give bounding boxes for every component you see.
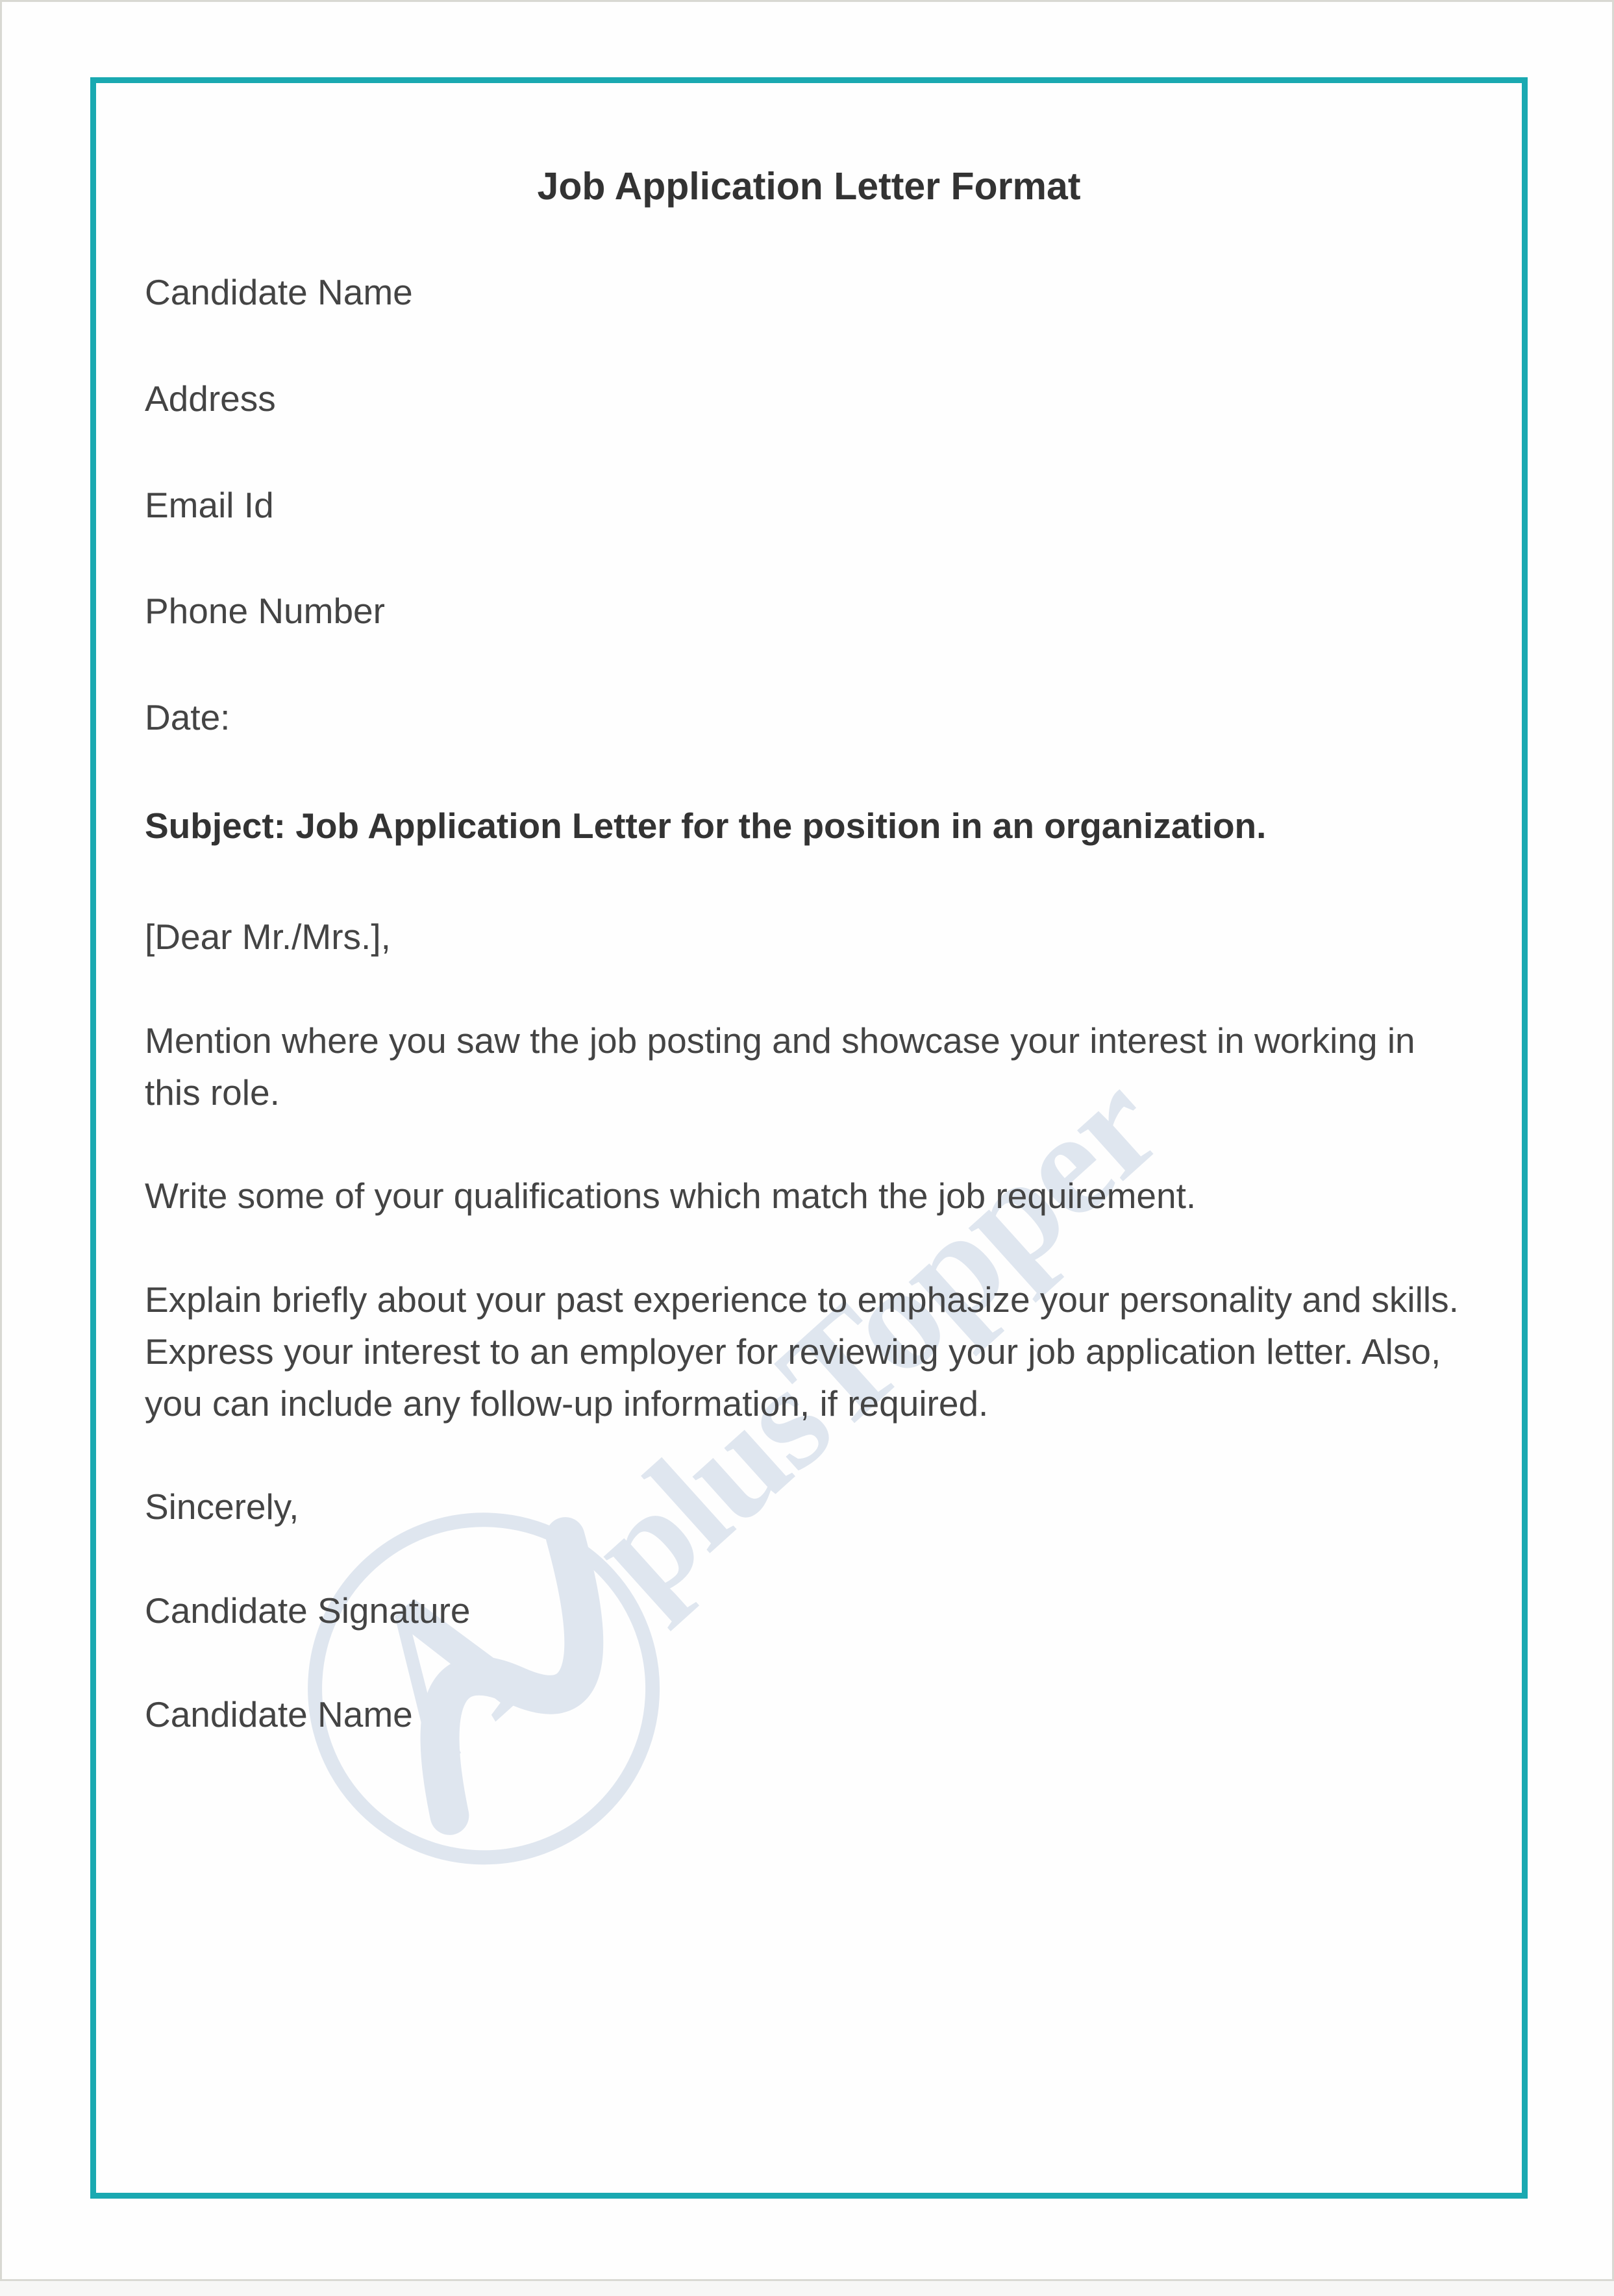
field-email-id: Email Id [145,483,1473,528]
page-frame: A plusTopper Job Application Letter Form… [0,0,1614,2281]
subject-line: Subject: Job Application Letter for the … [145,802,1473,850]
body-paragraph-2: Write some of your qualifications which … [145,1170,1473,1222]
signature-line: Candidate Signature [145,1585,1473,1637]
document-title: Job Application Letter Format [145,164,1473,208]
salutation: [Dear Mr./Mrs.], [145,911,1473,963]
field-address: Address [145,376,1473,421]
closing: Sincerely, [145,1481,1473,1533]
field-date: Date: [145,695,1473,740]
field-phone-number: Phone Number [145,589,1473,634]
field-candidate-name: Candidate Name [145,270,1473,315]
body-paragraph-1: Mention where you saw the job posting an… [145,1015,1473,1119]
name-line: Candidate Name [145,1689,1473,1741]
document-content: Job Application Letter Format Candidate … [145,164,1473,1793]
body-paragraph-3: Explain briefly about your past experien… [145,1274,1473,1429]
